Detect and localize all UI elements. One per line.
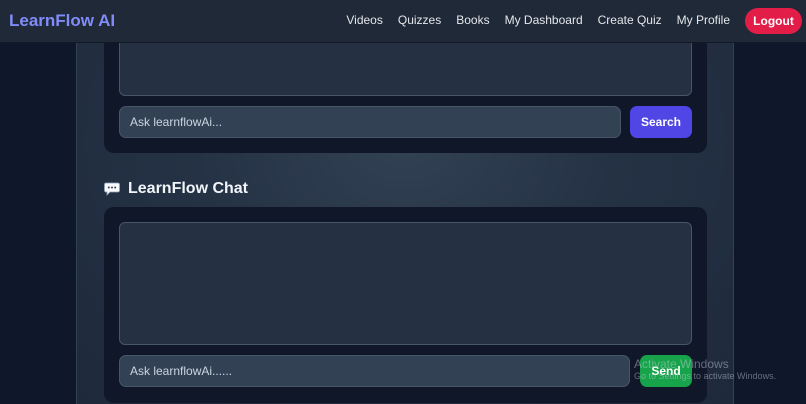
search-response-area[interactable] (119, 36, 692, 96)
logout-button[interactable]: Logout (745, 8, 802, 34)
chat-card: Ask learnflowAi...... Send (104, 207, 707, 403)
nav-link-videos[interactable]: Videos (346, 13, 382, 27)
speech-bubble-icon (104, 182, 120, 196)
chat-messages-area[interactable] (119, 222, 692, 345)
search-input[interactable]: Ask learnflowAi... (119, 106, 621, 138)
nav-links: Videos Quizzes Books My Dashboard Create… (331, 13, 730, 27)
nav-link-books[interactable]: Books (456, 13, 489, 27)
search-card: Ask learnflowAi... Search (104, 36, 707, 153)
chat-section-heading: LearnFlow Chat (104, 180, 248, 198)
send-button[interactable]: Send (640, 355, 692, 387)
nav-link-my-profile[interactable]: My Profile (677, 13, 730, 27)
nav-link-quizzes[interactable]: Quizzes (398, 13, 441, 27)
search-button[interactable]: Search (630, 106, 692, 138)
chat-heading-text: LearnFlow Chat (128, 180, 249, 197)
nav-link-my-dashboard[interactable]: My Dashboard (505, 13, 583, 27)
top-navbar: LearnFlow AI Videos Quizzes Books My Das… (0, 0, 806, 43)
chat-input[interactable]: Ask learnflowAi...... (119, 355, 630, 387)
brand-logo[interactable]: LearnFlow AI (9, 11, 115, 31)
nav-link-create-quiz[interactable]: Create Quiz (598, 13, 662, 27)
